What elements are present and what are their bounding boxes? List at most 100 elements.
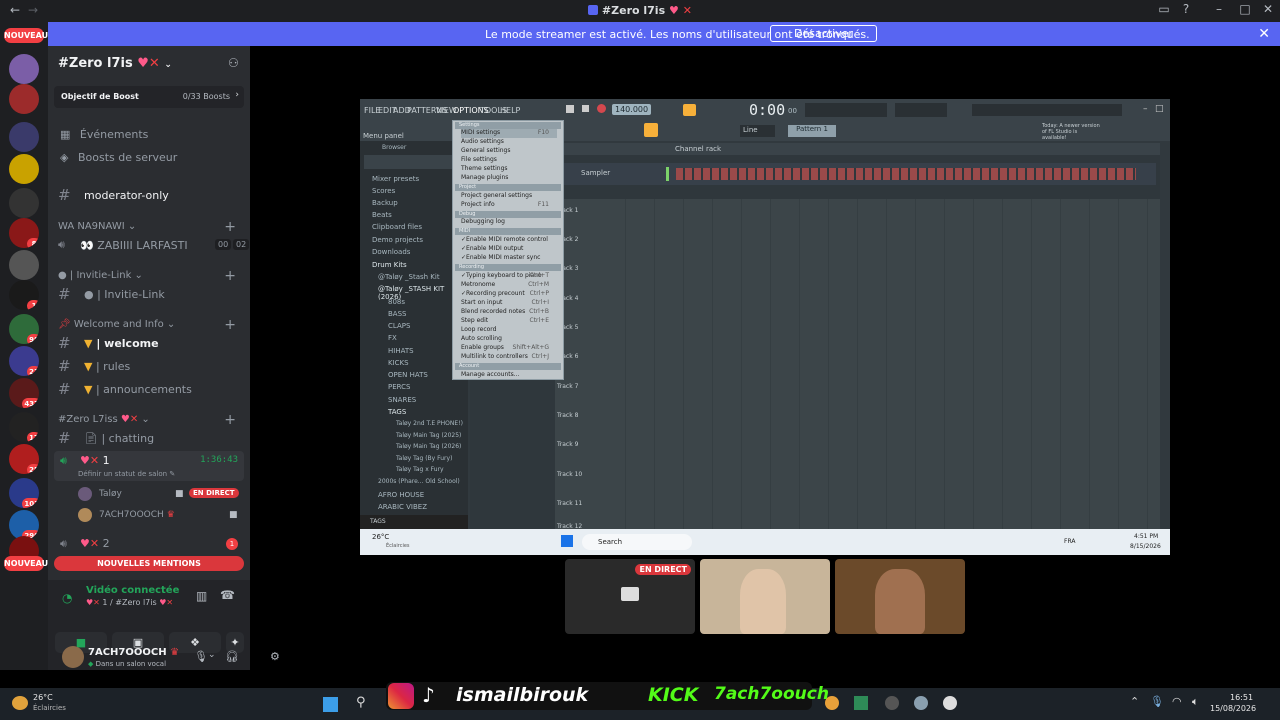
- voice-channel-1[interactable]: 🔊︎ ♥✕ 1 1:36:43 Définir un statut de sal…: [54, 451, 244, 481]
- browser-item[interactable]: AFRO HOUSE: [378, 491, 424, 501]
- menu-item[interactable]: Blend recorded notes Ctrl+B: [461, 308, 557, 317]
- browser-item[interactable]: KICKS: [388, 359, 409, 369]
- server-icon[interactable]: [9, 188, 39, 218]
- voice-channel-path[interactable]: ♥✕ 1 / #Zero l7is ♥✕: [86, 598, 173, 607]
- menu-item[interactable]: Project info F11: [461, 201, 557, 210]
- disable-streamer-button[interactable]: Désactiver: [770, 25, 877, 42]
- browser-toolbar[interactable]: [364, 155, 464, 169]
- channel-chatting[interactable]: # 📄︎ | chatting: [58, 428, 244, 448]
- avatar[interactable]: [62, 646, 84, 668]
- menu-item[interactable]: Metronome Ctrl+M: [461, 281, 557, 290]
- soundboard-icon[interactable]: ▥: [196, 589, 207, 603]
- browser-item[interactable]: SNARES: [388, 396, 416, 406]
- browser-item[interactable]: Drum Kits: [372, 261, 407, 271]
- browser-item[interactable]: Taløy Tag (By Fury): [396, 455, 452, 465]
- browser-item[interactable]: OPEN HATS: [388, 371, 428, 381]
- server-icon[interactable]: 1: [9, 280, 39, 310]
- menu-item[interactable]: Step edit Ctrl+E: [461, 317, 557, 326]
- menu-item[interactable]: Manage plugins: [461, 174, 557, 183]
- server-icon[interactable]: 17: [9, 412, 39, 442]
- channel-moderator-only[interactable]: # moderator-only: [58, 185, 244, 205]
- browser-item[interactable]: BASS: [388, 310, 406, 320]
- browser-item[interactable]: Taløy Main Tag (2025): [396, 432, 461, 442]
- fl-menu-help[interactable]: HELP: [500, 106, 520, 115]
- clock-time[interactable]: 16:51: [1230, 693, 1253, 702]
- menu-item[interactable]: File settings: [461, 156, 557, 165]
- maximize-icon[interactable]: □: [1236, 2, 1254, 20]
- menu-item[interactable]: Start on input Ctrl+I: [461, 299, 557, 308]
- server-icon[interactable]: 25: [9, 444, 39, 474]
- menu-item[interactable]: Enable groups Shift+Alt+G: [461, 344, 557, 353]
- server-icon[interactable]: 437: [9, 378, 39, 408]
- category-invite-link[interactable]: ● | Invitie-Link ⌄ +: [58, 268, 244, 284]
- browser-item[interactable]: @Taløy _Stash Kit: [378, 273, 440, 283]
- category-zero-l7iss[interactable]: #Zero L7iss ♥✕ ⌄ +: [58, 412, 244, 428]
- new-badge-top[interactable]: NOUVEAU: [4, 28, 48, 43]
- browser-item[interactable]: Clipboard files: [372, 223, 422, 233]
- browser-item[interactable]: TAGS: [388, 408, 406, 418]
- menu-item[interactable]: Audio settings: [461, 138, 557, 147]
- pattern-select[interactable]: Pattern 1: [788, 125, 836, 137]
- menu-item[interactable]: ✓Enable MIDI output: [461, 245, 557, 254]
- fl-maximize-icon[interactable]: □: [1155, 104, 1164, 114]
- browser-item[interactable]: Mixer presets: [372, 175, 419, 185]
- step-sequencer[interactable]: [676, 168, 1136, 180]
- windows-start-icon[interactable]: [561, 535, 573, 547]
- webcam-thumbnail[interactable]: [700, 559, 830, 634]
- browser-item[interactable]: Downloads: [372, 248, 410, 258]
- microphone-icon[interactable]: 🎙︎: [1150, 695, 1164, 708]
- username-label[interactable]: 7ACH7OOOCH ♛: [88, 647, 179, 658]
- help-icon[interactable]: ?: [1177, 2, 1195, 20]
- voice-status-prompt[interactable]: Définir un statut de salon ✎: [78, 470, 175, 478]
- server-icon[interactable]: [9, 154, 39, 184]
- server-boosts-item[interactable]: ◈ Boosts de serveur: [58, 151, 177, 164]
- browser-item[interactable]: Demo projects: [372, 236, 423, 246]
- browser-item[interactable]: Beats: [372, 211, 392, 221]
- windows-start-icon[interactable]: [323, 697, 338, 712]
- new-mentions-button[interactable]: NOUVELLES MENTIONS: [54, 556, 244, 571]
- menu-item[interactable]: Debugging log: [461, 218, 557, 227]
- screenshare-stream[interactable]: FILE EDIT ADD PATTERNS VIEW OPTIONS TOOL…: [360, 99, 1170, 555]
- menu-item[interactable]: Theme settings: [461, 165, 557, 174]
- wifi-icon[interactable]: ◠: [1172, 695, 1182, 708]
- browser-item[interactable]: Backup: [372, 199, 398, 209]
- add-channel-icon[interactable]: +: [224, 219, 236, 235]
- browser-item[interactable]: HIHATS: [388, 347, 414, 357]
- menu-item[interactable]: Auto scrolling: [461, 335, 557, 344]
- playlist-grid[interactable]: [597, 199, 1160, 529]
- add-channel-icon[interactable]: +: [224, 317, 236, 333]
- menu-item[interactable]: ✓Typing keyboard to piano Ctrl+T: [461, 272, 557, 281]
- menu-item[interactable]: Manage accounts...: [461, 371, 557, 380]
- add-member-icon[interactable]: ⚇: [228, 56, 239, 70]
- close-icon[interactable]: ✕: [1258, 26, 1270, 42]
- browser-item[interactable]: ARABIC VIBEZ: [378, 503, 427, 513]
- speaker-icon[interactable]: 🔈︎: [1192, 695, 1199, 709]
- browser-item[interactable]: Taløy Main Tag (2026): [396, 443, 461, 453]
- menu-item[interactable]: General settings: [461, 147, 557, 156]
- server-icon[interactable]: [9, 84, 39, 114]
- headphones-icon[interactable]: 🎧︎: [225, 650, 239, 663]
- search-icon[interactable]: ⚲: [356, 695, 366, 710]
- channel-rules[interactable]: # ▼ | rules: [58, 356, 244, 376]
- server-icon[interactable]: [9, 122, 39, 152]
- app-icon[interactable]: [854, 696, 868, 710]
- voice-channel-zabiiii[interactable]: 🔊︎ 👀 ZABIIII LARFASTI 00 02: [58, 235, 250, 255]
- voice-member-taloy[interactable]: Taløy ■ EN DIRECT: [78, 486, 244, 504]
- disconnect-icon[interactable]: ☎: [220, 588, 235, 602]
- stop-icon[interactable]: [582, 105, 589, 112]
- menu-item[interactable]: Loop record: [461, 326, 557, 335]
- mixer-line-select[interactable]: Line: [740, 125, 775, 137]
- voice-member-7ach7oooch[interactable]: 7ACH7OOOCH ♛ ■: [78, 507, 244, 525]
- fl-minimize-icon[interactable]: –: [1143, 104, 1148, 114]
- new-badge-bottom[interactable]: NOUVEAU: [4, 556, 48, 571]
- minimize-icon[interactable]: –: [1210, 2, 1228, 20]
- browser-item[interactable]: CLAPS: [388, 322, 410, 332]
- server-icon[interactable]: [9, 250, 39, 280]
- category-welcome-info[interactable]: 📌︎ Welcome and Info ⌄ +: [58, 317, 244, 333]
- browser-item[interactable]: 808s: [388, 298, 405, 308]
- media-player-icon[interactable]: [943, 696, 957, 710]
- search-box[interactable]: Search: [582, 534, 692, 550]
- menu-item[interactable]: ✓Enable MIDI remote control: [461, 236, 557, 245]
- browser-item[interactable]: PERCS: [388, 383, 411, 393]
- add-channel-icon[interactable]: +: [224, 268, 236, 284]
